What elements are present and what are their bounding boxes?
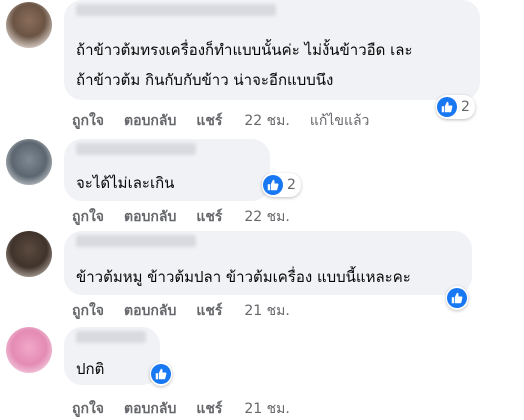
- thumbs-up-icon: [151, 364, 171, 384]
- thumbs-up-icon: [447, 288, 467, 308]
- comment-bubble: ข้าวต้มหมู ข้าวต้มปลา ข้าวต้มเครื่อง แบบ…: [64, 231, 472, 295]
- comment-actions: ถูกใจ ตอบกลับ แชร์ 22 ชม. แก้ไขแล้ว: [72, 110, 369, 132]
- share-button[interactable]: แชร์: [196, 110, 222, 132]
- comment-text-line-1: จะได้ไม่เละเกิน: [76, 174, 175, 192]
- avatar[interactable]: [6, 231, 52, 277]
- comment-text-line-1: ปกติ: [76, 360, 105, 378]
- reaction-summary[interactable]: 2: [262, 173, 301, 197]
- reaction-count: 2: [461, 99, 470, 115]
- share-button[interactable]: แชร์: [196, 398, 222, 420]
- comment-actions: ถูกใจ ตอบกลับ แชร์ 21 ชม.: [72, 300, 310, 322]
- comment-actions: ถูกใจ ตอบกลับ แชร์ 22 ชม.: [72, 206, 310, 228]
- timestamp[interactable]: 21 ชม.: [244, 300, 289, 322]
- comment-bubble: จะได้ไม่เละเกิน: [64, 139, 270, 201]
- like-button[interactable]: ถูกใจ: [72, 206, 104, 228]
- comment-bubble: ปกติ: [64, 327, 160, 385]
- reaction-summary[interactable]: 2: [436, 95, 475, 119]
- avatar[interactable]: [6, 327, 52, 373]
- like-button[interactable]: ถูกใจ: [72, 398, 104, 420]
- reaction-summary[interactable]: [446, 286, 468, 310]
- timestamp[interactable]: 22 ชม.: [244, 110, 289, 132]
- reply-button[interactable]: ตอบกลับ: [124, 206, 176, 228]
- comment-actions: ถูกใจ ตอบกลับ แชร์ 21 ชม.: [72, 398, 310, 420]
- timestamp[interactable]: 21 ชม.: [244, 398, 289, 420]
- author-name[interactable]: [76, 4, 276, 16]
- like-button[interactable]: ถูกใจ: [72, 300, 104, 322]
- comment-bubble: ถ้าข้าวต้มทรงเครื่องก็ทำแบบนั้นค่ะ ไม่งั…: [64, 0, 480, 100]
- author-name[interactable]: [76, 143, 196, 155]
- avatar[interactable]: [6, 139, 52, 185]
- reply-button[interactable]: ตอบกลับ: [124, 300, 176, 322]
- comment-text-line-1: ถ้าข้าวต้มทรงเครื่องก็ทำแบบนั้นค่ะ ไม่งั…: [76, 41, 413, 59]
- reaction-count: 2: [287, 177, 296, 193]
- share-button[interactable]: แชร์: [196, 206, 222, 228]
- edited-label[interactable]: แก้ไขแล้ว: [310, 110, 370, 132]
- reply-button[interactable]: ตอบกลับ: [124, 110, 176, 132]
- avatar[interactable]: [6, 2, 52, 48]
- reaction-summary[interactable]: [150, 362, 172, 386]
- timestamp[interactable]: 22 ชม.: [244, 206, 289, 228]
- thumbs-up-icon: [437, 97, 457, 117]
- comment-text-line-2: ถ้าข้าวต้ม กินกับกับข้าว น่าจะอีกแบบนึง: [76, 71, 334, 89]
- author-name[interactable]: [76, 235, 196, 247]
- thumbs-up-icon: [263, 175, 283, 195]
- share-button[interactable]: แชร์: [196, 300, 222, 322]
- author-name[interactable]: [76, 331, 146, 343]
- reply-button[interactable]: ตอบกลับ: [124, 398, 176, 420]
- comment-text-line-1: ข้าวต้มหมู ข้าวต้มปลา ข้าวต้มเครื่อง แบบ…: [76, 268, 411, 286]
- like-button[interactable]: ถูกใจ: [72, 110, 104, 132]
